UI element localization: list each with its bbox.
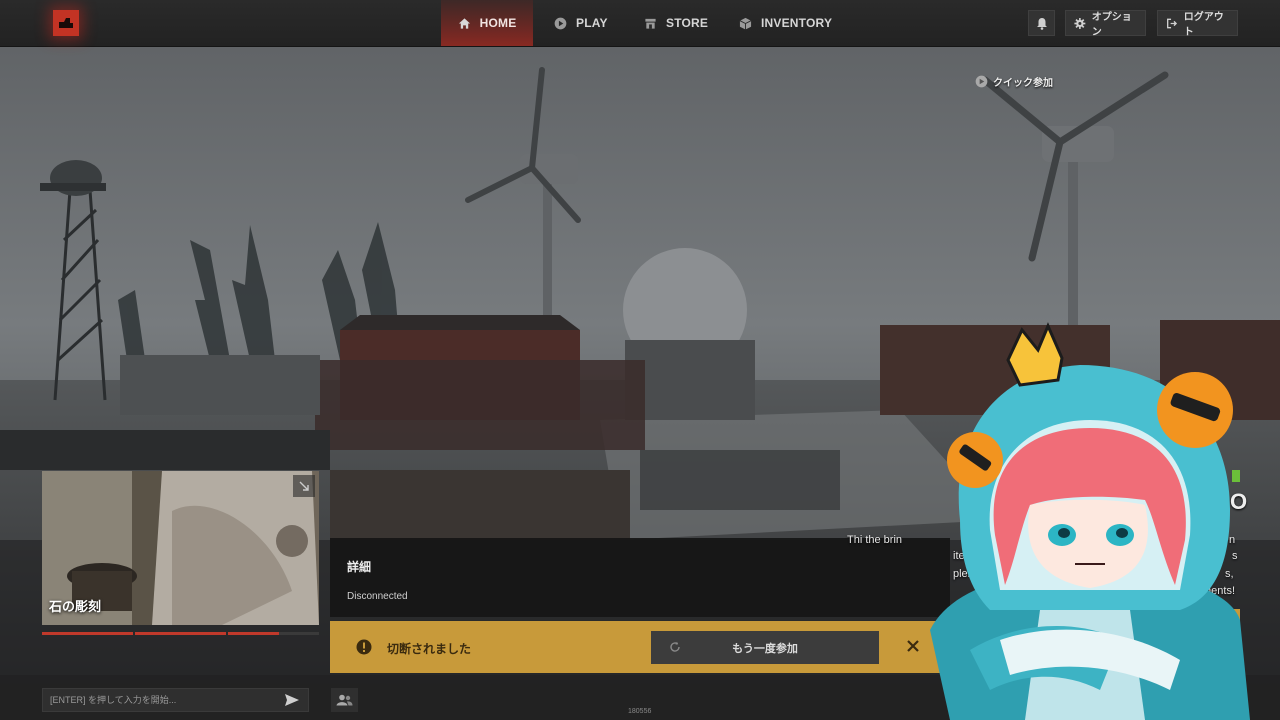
logout-label: ログアウト: [1183, 12, 1224, 38]
send-icon[interactable]: [283, 692, 301, 708]
warning-icon: [356, 639, 372, 655]
gear-icon: [1074, 17, 1086, 29]
rejoin-label: もう一度参加: [732, 642, 798, 655]
video-progress-segment: [135, 632, 226, 635]
home-icon: [458, 17, 470, 29]
friends-icon: [336, 694, 353, 706]
tab-play-label: PLAY: [576, 16, 608, 30]
tab-home-label: HOME: [479, 16, 517, 30]
logout-button[interactable]: ログアウト: [1157, 10, 1238, 38]
video-caption: 石の彫刻: [49, 599, 102, 614]
quick-join-button[interactable]: クイック参加: [975, 74, 1053, 89]
close-icon[interactable]: [905, 638, 921, 654]
friends-button[interactable]: [331, 688, 358, 712]
tab-store-label: STORE: [666, 16, 709, 30]
play-icon: [554, 17, 567, 29]
expand-video-button[interactable]: [293, 475, 315, 497]
rejoin-button[interactable]: もう一度参加: [651, 631, 879, 664]
options-label: オプション: [1091, 12, 1132, 38]
chat-input[interactable]: [42, 688, 309, 712]
quick-join-icon: [975, 75, 988, 88]
expand-icon: [299, 481, 309, 491]
alert-message: 切断されました: [387, 642, 472, 656]
connection-status: Disconnected: [347, 591, 408, 602]
tab-store[interactable]: STORE: [644, 0, 708, 46]
details-panel: 詳細 Disconnected: [330, 538, 950, 617]
top-nav-bar: HOME PLAY STORE INVENTORY オプション ログアウト: [0, 0, 1280, 47]
video-thumbnail[interactable]: 石の彫刻: [42, 471, 319, 625]
tab-inventory-label: INVENTORY: [761, 16, 833, 30]
tab-home[interactable]: HOME: [441, 0, 533, 46]
refresh-icon: [670, 641, 680, 652]
quick-join-label: クイック参加: [993, 78, 1053, 89]
notifications-button[interactable]: [1028, 10, 1055, 36]
bell-icon: [1036, 17, 1047, 30]
build-number: 180556: [628, 708, 652, 715]
tab-play[interactable]: PLAY: [554, 0, 608, 46]
disconnect-alert: 切断されました もう一度参加: [330, 621, 950, 673]
news-text-line: Thi the brin: [847, 534, 903, 546]
game-logo[interactable]: [53, 10, 79, 36]
vtuber-character-overlay: [930, 322, 1250, 720]
store-icon: [645, 18, 656, 29]
inventory-icon: [739, 17, 752, 30]
video-progress-segment: [42, 632, 133, 635]
options-button[interactable]: オプション: [1065, 10, 1146, 38]
video-progress-segment: [228, 632, 319, 635]
details-title: 詳細: [347, 560, 372, 574]
tab-inventory[interactable]: INVENTORY: [739, 0, 832, 46]
logout-icon: [1167, 18, 1178, 28]
